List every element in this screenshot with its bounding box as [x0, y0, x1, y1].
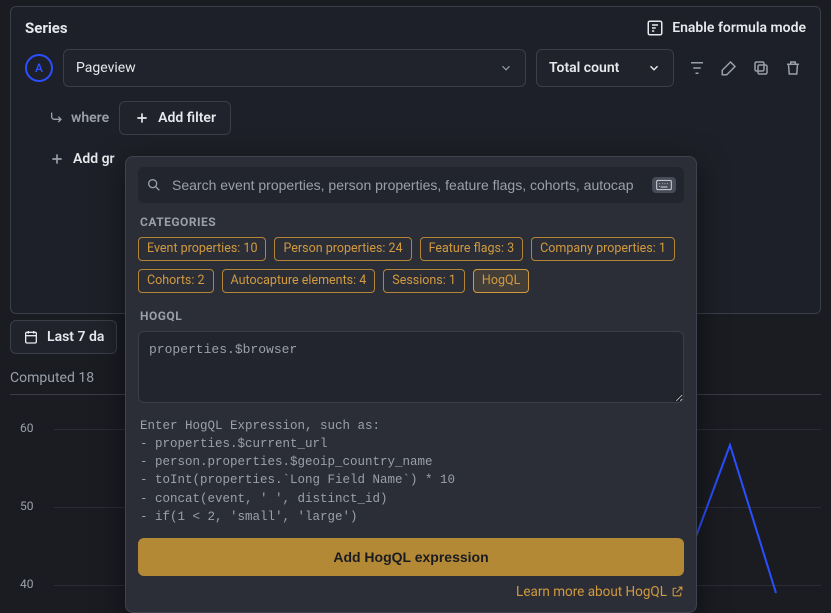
- hogql-hint: Enter HogQL Expression, such as: - prope…: [140, 417, 682, 526]
- chevron-down-icon: [647, 61, 661, 75]
- add-filter-button[interactable]: Add filter: [119, 101, 231, 135]
- event-select[interactable]: Pageview: [63, 49, 526, 87]
- category-chip-event-properties[interactable]: Event properties: 10: [138, 237, 266, 261]
- copy-icon-button[interactable]: [748, 55, 774, 81]
- calendar-icon: [23, 329, 39, 345]
- formula-icon: [646, 19, 664, 37]
- delete-icon-button[interactable]: [780, 55, 806, 81]
- category-chip-cohorts[interactable]: Cohorts: 2: [138, 269, 214, 293]
- add-hogql-expression-button[interactable]: Add HogQL expression: [138, 538, 684, 576]
- category-chip-feature-flags[interactable]: Feature flags: 3: [420, 237, 524, 261]
- y-tick-40: 40: [20, 577, 34, 591]
- external-link-icon: [671, 585, 684, 598]
- aggregation-select[interactable]: Total count: [536, 49, 674, 87]
- arrow-subdir-icon: [49, 110, 65, 126]
- date-range-button[interactable]: Last 7 da: [10, 320, 117, 354]
- add-group-label: Add gr: [73, 151, 115, 167]
- keyboard-icon: [652, 177, 676, 193]
- plus-icon: [49, 151, 65, 167]
- hogql-input[interactable]: [138, 331, 684, 403]
- where-row: where Add filter: [49, 101, 806, 135]
- category-chips: Event properties: 10 Person properties: 2…: [138, 237, 684, 293]
- learn-more-link[interactable]: Learn more about HogQL: [516, 584, 684, 600]
- category-chip-hogql[interactable]: HogQL: [473, 269, 529, 293]
- search-input[interactable]: [170, 176, 644, 194]
- series-badge-a: A: [25, 54, 53, 82]
- categories-label: CATEGORIES: [140, 215, 682, 229]
- event-select-value: Pageview: [76, 60, 136, 76]
- category-chip-company-properties[interactable]: Company properties: 1: [531, 237, 675, 261]
- series-title: Series: [25, 19, 68, 37]
- plus-icon: [134, 110, 150, 126]
- aggregation-value: Total count: [549, 60, 619, 76]
- edit-icon-button[interactable]: [716, 55, 742, 81]
- series-actions: [684, 55, 806, 81]
- filter-icon-button[interactable]: [684, 55, 710, 81]
- date-range-value: Last 7 da: [47, 329, 104, 345]
- category-chip-autocapture-elements[interactable]: Autocapture elements: 4: [222, 269, 376, 293]
- where-label: where: [49, 110, 109, 126]
- series-row: A Pageview Total count: [25, 49, 806, 87]
- category-chip-person-properties[interactable]: Person properties: 24: [274, 237, 411, 261]
- search-icon: [146, 177, 162, 193]
- series-header: Series Enable formula mode: [25, 19, 806, 37]
- search-wrap: [138, 167, 684, 203]
- property-filter-popup: CATEGORIES Event properties: 10 Person pr…: [125, 156, 697, 613]
- formula-label: Enable formula mode: [672, 20, 806, 36]
- add-filter-label: Add filter: [158, 110, 216, 126]
- y-tick-50: 50: [20, 499, 34, 513]
- y-tick-60: 60: [20, 421, 34, 435]
- hogql-section-label: HOGQL: [140, 309, 682, 323]
- enable-formula-mode-button[interactable]: Enable formula mode: [646, 19, 806, 37]
- chevron-down-icon: [499, 61, 513, 75]
- category-chip-sessions[interactable]: Sessions: 1: [383, 269, 465, 293]
